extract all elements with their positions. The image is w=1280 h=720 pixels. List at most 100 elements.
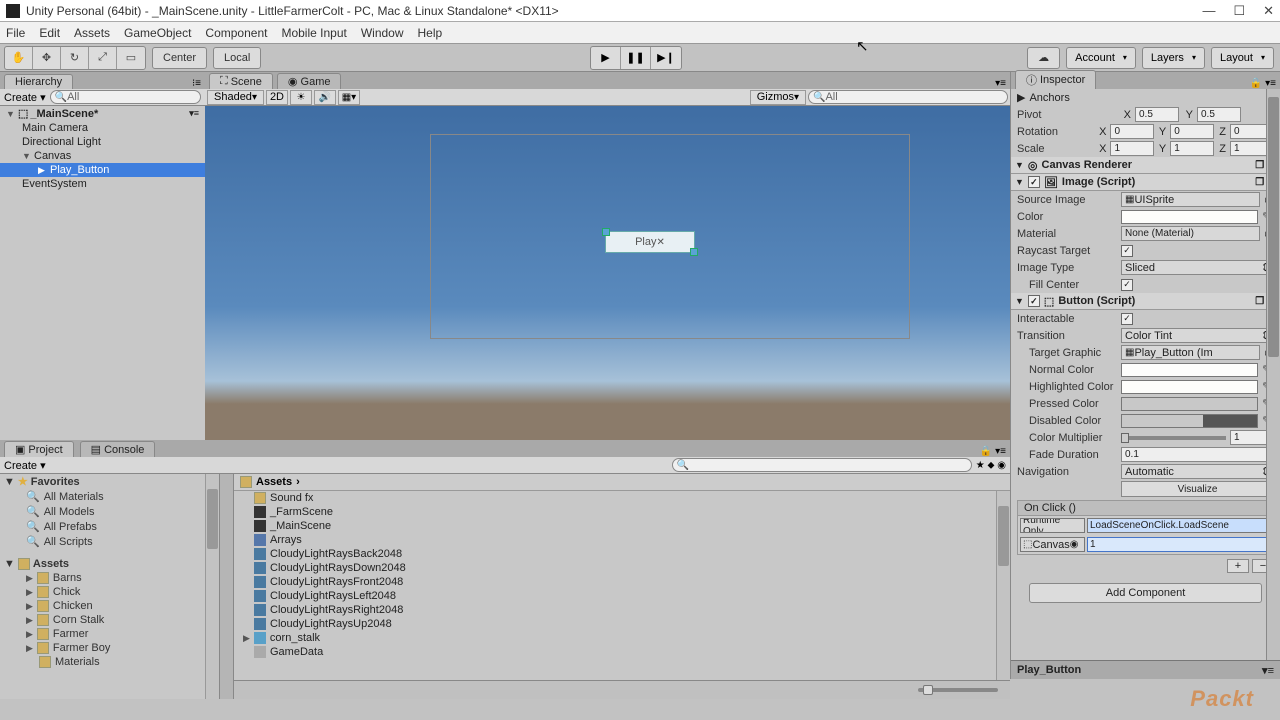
hierarchy-create-dropdown[interactable]: Create ▾ [4, 91, 46, 104]
asset-item[interactable]: ▶corn_stalk [234, 631, 1010, 645]
comp-canvas-renderer[interactable]: ▼◎ Canvas Renderer❐ ⚙ [1011, 157, 1280, 174]
tool-rect-icon[interactable]: ▭ [117, 47, 145, 69]
folder-tree-scrollbar[interactable] [205, 474, 219, 699]
asset-item[interactable]: _FarmScene [234, 505, 1010, 519]
gizmos-dropdown[interactable]: Gizmos ▾ [750, 90, 806, 105]
game-tab[interactable]: ◉ Game [277, 73, 342, 89]
tool-scale-icon[interactable]: ⤢ [89, 47, 117, 69]
folder-item[interactable]: ▶Corn Stalk [0, 613, 219, 627]
multiplier-slider[interactable] [1121, 436, 1226, 440]
asset-item[interactable]: CloudyLightRaysDown2048 [234, 561, 1010, 575]
inspector-scrollbar[interactable] [1266, 89, 1280, 660]
menu-gameobject[interactable]: GameObject [124, 26, 191, 40]
inspector-lock-icon[interactable]: 🔒 ▾≡ [1250, 78, 1276, 89]
account-dropdown[interactable]: Account [1066, 47, 1136, 69]
hierarchy-tab[interactable]: Hierarchy [4, 74, 73, 89]
tool-move-icon[interactable]: ✥ [33, 47, 61, 69]
normal-color-swatch[interactable] [1121, 363, 1258, 377]
highlight-color-swatch[interactable] [1121, 380, 1258, 394]
favorite-item[interactable]: 🔍All Scripts [0, 534, 219, 549]
asset-item[interactable]: Sound fx [234, 491, 1010, 505]
menu-edit[interactable]: Edit [39, 26, 60, 40]
favorite-item[interactable]: 🔍All Models [0, 504, 219, 519]
hierarchy-item[interactable]: Directional Light [0, 135, 205, 149]
folder-item[interactable]: ▶Farmer Boy [0, 641, 219, 655]
assetbundle-dropdown-icon[interactable]: ▾≡ [1262, 664, 1274, 677]
hierarchy-search-input[interactable]: 🔍All [50, 90, 201, 104]
source-image-field[interactable]: ▦UISprite [1121, 192, 1260, 207]
folder-item[interactable]: ▶Barns [0, 571, 219, 585]
comp-image[interactable]: ▼ 🖼 Image (Script)❐ ⚙ [1011, 174, 1280, 191]
asset-item[interactable]: CloudyLightRaysBack2048 [234, 547, 1010, 561]
hierarchy-item[interactable]: ▼Canvas [0, 149, 205, 163]
asset-breadcrumb[interactable]: Assets › [234, 474, 1010, 491]
asset-list-scrollbar[interactable] [996, 491, 1010, 680]
mode-2d-toggle[interactable]: 2D [266, 90, 288, 105]
method-dropdown[interactable]: LoadSceneOnClick.LoadScene [1087, 518, 1271, 533]
menu-window[interactable]: Window [361, 26, 404, 40]
folder-item[interactable]: ▶Chick [0, 585, 219, 599]
asset-item[interactable]: CloudyLightRaysRight2048 [234, 603, 1010, 617]
menu-mobileinput[interactable]: Mobile Input [281, 26, 346, 40]
image-color-swatch[interactable] [1121, 210, 1258, 224]
menu-help[interactable]: Help [418, 26, 443, 40]
asset-item[interactable]: CloudyLightRaysFront2048 [234, 575, 1010, 589]
fill-center-checkbox[interactable] [1121, 279, 1133, 291]
fade-duration-input[interactable]: 0.1 [1121, 447, 1274, 462]
scene-play-button-selected[interactable]: Play ✕ [605, 231, 695, 253]
favorite-item[interactable]: 🔍All Prefabs [0, 519, 219, 534]
pivot-center-button[interactable]: Center [152, 47, 207, 69]
console-tab[interactable]: ▤ Console [80, 441, 156, 457]
scene-tab[interactable]: ⛶ Scene [209, 73, 273, 89]
folder-item[interactable]: Materials [0, 655, 219, 669]
layout-dropdown[interactable]: Layout [1211, 47, 1274, 69]
menu-file[interactable]: File [6, 26, 25, 40]
pivot-y-input[interactable]: 0.5 [1197, 107, 1241, 122]
inspector-tab[interactable]: ⓘ Inspector [1015, 70, 1096, 89]
splitter-handle[interactable] [220, 474, 234, 699]
favorites-header[interactable]: ▼★Favorites [0, 474, 219, 489]
runtime-dropdown[interactable]: Runtime Only [1020, 518, 1085, 533]
add-component-button[interactable]: Add Component [1029, 583, 1262, 603]
project-create-dropdown[interactable]: Create ▾ [4, 459, 46, 472]
pressed-color-swatch[interactable] [1121, 397, 1258, 411]
onclick-object-field[interactable]: ⬚Canvas ◉ [1020, 537, 1085, 552]
hierarchy-lock-icon[interactable]: ⁝≡ [192, 78, 201, 89]
onclick-arg-input[interactable]: 1 [1087, 537, 1271, 552]
scale-x-input[interactable]: 1 [1110, 141, 1154, 156]
project-search-input[interactable]: 🔍 [672, 458, 972, 472]
image-type-dropdown[interactable]: Sliced⇕ [1121, 260, 1274, 275]
pivot-x-input[interactable]: 0.5 [1135, 107, 1179, 122]
play-button[interactable]: ▶ [591, 47, 621, 69]
raycast-checkbox[interactable] [1121, 245, 1133, 257]
window-maximize-icon[interactable]: ☐ [1233, 3, 1245, 19]
shading-mode-dropdown[interactable]: Shaded ▾ [207, 90, 264, 105]
cloud-button[interactable]: ☁ [1027, 47, 1060, 69]
event-add-button[interactable]: + [1227, 559, 1249, 573]
anchors-label[interactable]: Anchors [1029, 92, 1069, 104]
hierarchy-item-selected[interactable]: ▶Play_Button [0, 163, 205, 177]
step-button[interactable]: ▶❙ [651, 47, 681, 69]
menu-component[interactable]: Component [205, 26, 267, 40]
project-tab[interactable]: ▣ Project [4, 441, 74, 457]
material-field[interactable]: None (Material) [1121, 226, 1260, 241]
tool-rotate-icon[interactable]: ↻ [61, 47, 89, 69]
scene-audio-icon[interactable]: 🔊 [314, 90, 336, 105]
navigation-dropdown[interactable]: Automatic⇕ [1121, 464, 1274, 479]
hierarchy-item[interactable]: EventSystem [0, 177, 205, 191]
menu-assets[interactable]: Assets [74, 26, 110, 40]
comp-button[interactable]: ▼ ⬚ Button (Script)❐ ⚙ [1011, 293, 1280, 310]
rot-y-input[interactable]: 0 [1170, 124, 1214, 139]
search-filter-icon[interactable]: ★ ⬥ ◉ [976, 460, 1006, 471]
asset-item[interactable]: Arrays [234, 533, 1010, 547]
folder-item[interactable]: ▶Farmer [0, 627, 219, 641]
hierarchy-item[interactable]: Main Camera [0, 121, 205, 135]
favorite-item[interactable]: 🔍All Materials [0, 489, 219, 504]
interactable-checkbox[interactable] [1121, 313, 1133, 325]
tool-hand-icon[interactable]: ✋ [5, 47, 33, 69]
scene-light-icon[interactable]: ☀ [290, 90, 312, 105]
asset-item[interactable]: CloudyLightRaysUp2048 [234, 617, 1010, 631]
layers-dropdown[interactable]: Layers [1142, 47, 1205, 69]
hierarchy-scene-root[interactable]: ▼⬚ _MainScene*▾≡ [0, 106, 205, 121]
rot-x-input[interactable]: 0 [1110, 124, 1154, 139]
